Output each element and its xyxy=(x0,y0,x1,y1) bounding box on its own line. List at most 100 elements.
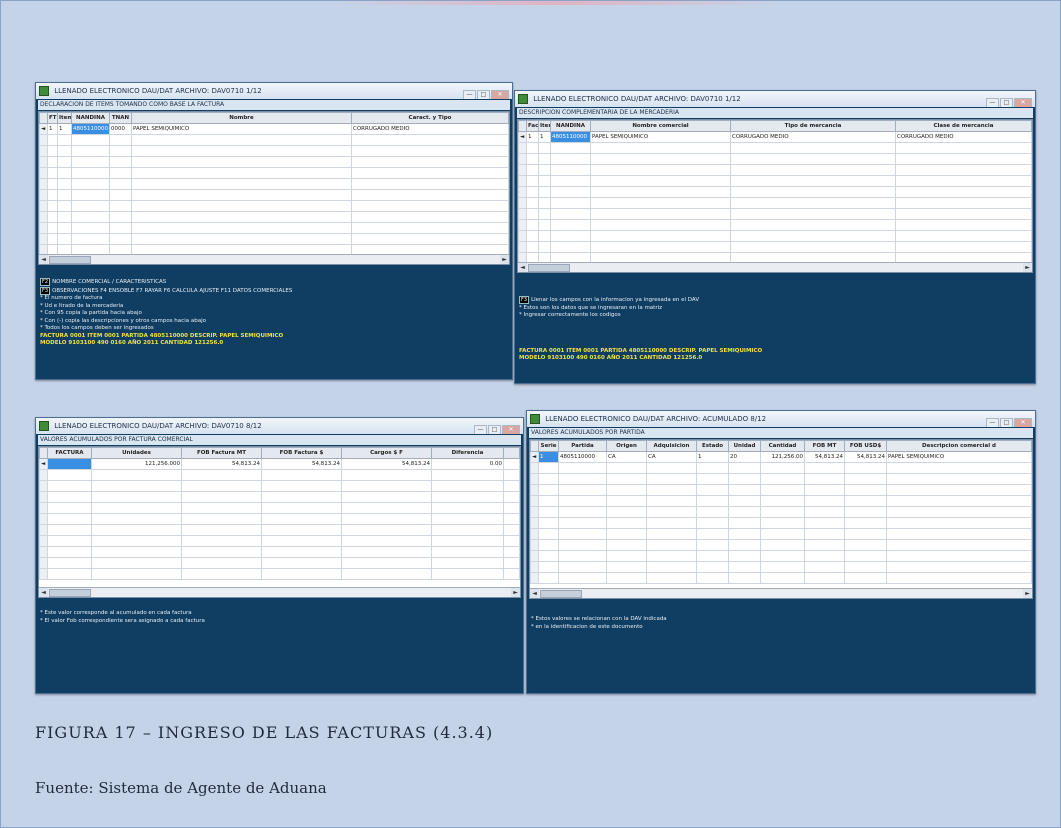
cell[interactable] xyxy=(696,473,729,485)
scrollbar-thumb[interactable] xyxy=(49,256,91,264)
cell[interactable] xyxy=(431,546,504,558)
empty-row[interactable] xyxy=(39,535,520,547)
cell[interactable] xyxy=(57,233,72,245)
minimize-button[interactable]: — xyxy=(463,90,476,99)
cell[interactable] xyxy=(728,517,761,529)
cell[interactable] xyxy=(341,513,432,525)
empty-row[interactable] xyxy=(39,233,509,245)
cell[interactable] xyxy=(730,197,896,209)
cell[interactable] xyxy=(730,142,896,154)
cell[interactable] xyxy=(804,473,845,485)
cell[interactable]: CA xyxy=(646,451,697,463)
cell[interactable] xyxy=(538,550,559,562)
empty-row[interactable] xyxy=(39,546,520,558)
empty-row[interactable] xyxy=(39,145,509,157)
scroll-left-icon[interactable]: ◄ xyxy=(530,589,539,598)
cell[interactable] xyxy=(91,568,182,580)
empty-row[interactable] xyxy=(530,462,1032,474)
cell[interactable] xyxy=(431,502,504,514)
horizontal-scrollbar[interactable]: ◄ ► xyxy=(39,587,520,597)
empty-row[interactable] xyxy=(518,186,1032,198)
cell[interactable] xyxy=(804,572,845,584)
column-header[interactable]: TNAN xyxy=(109,112,132,124)
cell[interactable] xyxy=(558,528,607,540)
cell[interactable] xyxy=(351,145,509,157)
close-button[interactable]: ✕ xyxy=(1014,98,1032,107)
cell[interactable] xyxy=(730,208,896,220)
column-header[interactable]: Cargos $ F xyxy=(341,447,432,459)
minimize-button[interactable]: — xyxy=(474,425,487,434)
cell[interactable] xyxy=(131,222,352,234)
cell[interactable] xyxy=(696,550,729,562)
cell[interactable] xyxy=(728,462,761,474)
empty-row[interactable] xyxy=(39,134,509,146)
cell[interactable] xyxy=(606,550,647,562)
empty-row[interactable] xyxy=(39,557,520,569)
cell[interactable] xyxy=(109,167,132,179)
cell[interactable] xyxy=(728,495,761,507)
cell[interactable] xyxy=(538,230,551,242)
cell[interactable] xyxy=(109,178,132,190)
cell[interactable] xyxy=(91,535,182,547)
column-header[interactable]: FACTURA xyxy=(47,447,92,459)
cell[interactable] xyxy=(550,208,591,220)
cell[interactable] xyxy=(696,495,729,507)
cell[interactable] xyxy=(558,506,607,518)
cell[interactable] xyxy=(804,528,845,540)
column-header[interactable]: NANDINA xyxy=(550,120,591,132)
cell[interactable] xyxy=(57,189,72,201)
cell[interactable] xyxy=(844,473,887,485)
table-row[interactable]: ◄ 1 4805110000 CA CA 1 20 121,256.00 54,… xyxy=(530,451,1032,463)
cell[interactable] xyxy=(886,473,1032,485)
cell[interactable]: 1 xyxy=(696,451,729,463)
cell[interactable] xyxy=(895,175,1032,187)
cell[interactable] xyxy=(538,164,551,176)
cell[interactable]: 54,813.24 xyxy=(261,458,342,470)
cell[interactable] xyxy=(730,219,896,231)
maximize-button[interactable]: □ xyxy=(1000,418,1013,427)
cell[interactable] xyxy=(696,462,729,474)
cell[interactable] xyxy=(538,561,559,573)
cell[interactable] xyxy=(503,535,520,547)
cell[interactable] xyxy=(47,546,92,558)
empty-row[interactable] xyxy=(39,189,509,201)
scroll-right-icon[interactable]: ► xyxy=(500,255,509,264)
cell[interactable] xyxy=(606,473,647,485)
cell[interactable] xyxy=(550,142,591,154)
column-header[interactable]: Adquisicion xyxy=(646,440,697,452)
cell[interactable] xyxy=(431,535,504,547)
close-button[interactable]: ✕ xyxy=(502,425,520,434)
cell[interactable] xyxy=(844,528,887,540)
cell[interactable] xyxy=(760,572,805,584)
cell[interactable] xyxy=(558,550,607,562)
cell[interactable] xyxy=(261,513,342,525)
cell[interactable] xyxy=(646,561,697,573)
cell[interactable] xyxy=(261,546,342,558)
cell[interactable] xyxy=(646,572,697,584)
scroll-left-icon[interactable]: ◄ xyxy=(39,588,48,597)
cell[interactable] xyxy=(886,484,1032,496)
cell[interactable] xyxy=(844,539,887,551)
cell[interactable] xyxy=(550,186,591,198)
cell[interactable] xyxy=(760,517,805,529)
cell[interactable] xyxy=(590,142,731,154)
cell[interactable] xyxy=(526,175,539,187)
column-header[interactable]: FOB USD$ xyxy=(844,440,887,452)
cell[interactable]: 1 xyxy=(57,123,72,135)
cell[interactable] xyxy=(558,495,607,507)
table-row[interactable]: ◄ 1 1 4805110000 PAPEL SEMIQUIMICO CORRU… xyxy=(518,131,1032,143)
minimize-button[interactable]: — xyxy=(986,418,999,427)
scroll-right-icon[interactable]: ► xyxy=(1023,263,1032,272)
maximize-button[interactable]: □ xyxy=(477,90,490,99)
cell[interactable] xyxy=(109,233,132,245)
empty-row[interactable] xyxy=(39,178,509,190)
cell[interactable] xyxy=(47,557,92,569)
cell[interactable] xyxy=(886,528,1032,540)
cell[interactable] xyxy=(181,546,262,558)
data-grid[interactable]: FACTURA Unidades FOB Factura MT FOB Fact… xyxy=(38,446,521,598)
cell[interactable] xyxy=(696,506,729,518)
empty-row[interactable] xyxy=(518,230,1032,242)
empty-row[interactable] xyxy=(518,197,1032,209)
cell[interactable] xyxy=(895,186,1032,198)
cell[interactable] xyxy=(646,495,697,507)
